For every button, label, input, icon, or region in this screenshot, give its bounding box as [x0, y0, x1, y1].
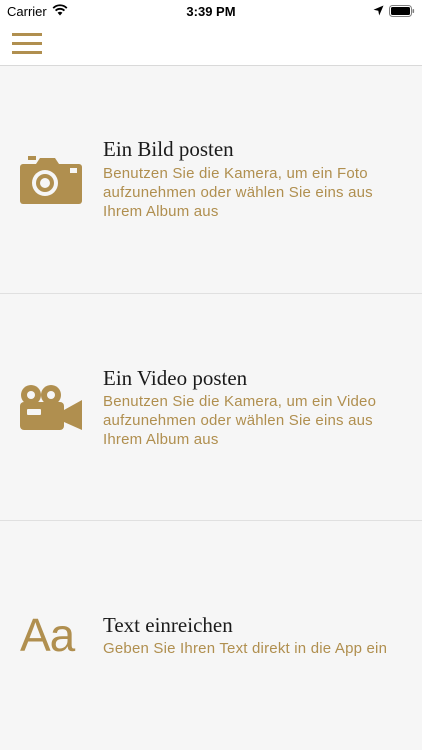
text-icon: Aa — [20, 609, 75, 661]
navigation-bar — [0, 22, 422, 66]
option-title: Text einreichen — [103, 613, 233, 637]
option-description: Geben Sie Ihren Text direkt in die App e… — [103, 640, 388, 657]
post-picture-option[interactable]: Ein Bild posten Benutzen Sie die Kamera,… — [0, 66, 422, 294]
submit-text-option[interactable]: Aa Text einreichen Geben Sie Ihren Text … — [0, 521, 422, 750]
option-description: Benutzen Sie die Kamera, um ein Foto auf… — [103, 165, 373, 220]
option-title: Ein Bild posten — [103, 137, 234, 161]
option-title: Ein Video posten — [103, 366, 248, 390]
post-video-option[interactable]: Ein Video posten Benutzen Sie die Kamera… — [0, 294, 422, 521]
location-arrow-icon — [373, 5, 384, 16]
status-time: 3:39 PM — [186, 4, 236, 19]
status-bar: Carrier 3:39 PM — [0, 0, 422, 22]
battery-icon — [389, 5, 415, 17]
option-description: Benutzen Sie die Kamera, um ein Video au… — [103, 393, 377, 448]
hamburger-menu-icon[interactable] — [10, 30, 44, 58]
camera-icon — [20, 156, 82, 204]
video-camera-icon — [20, 385, 82, 430]
